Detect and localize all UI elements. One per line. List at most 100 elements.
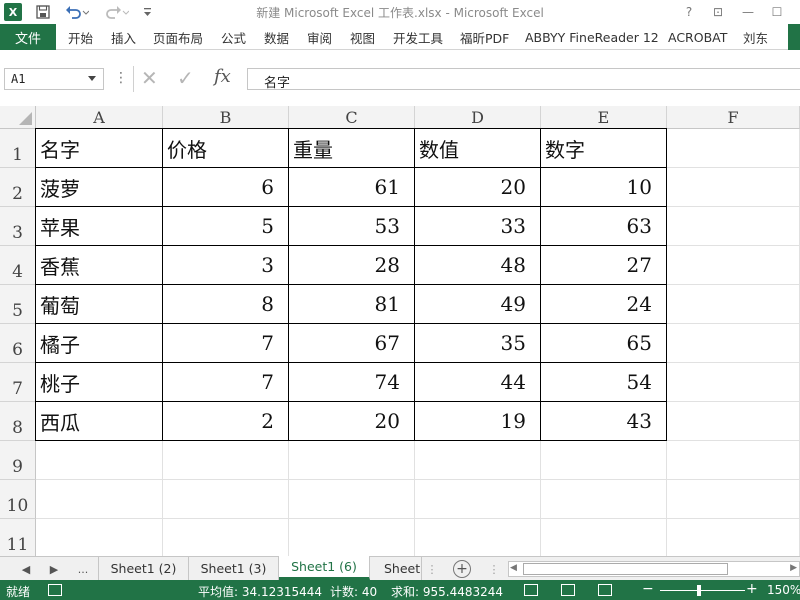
row-header-4[interactable]: 4: [0, 246, 36, 285]
table-header-cell[interactable]: 名字: [36, 129, 163, 168]
empty-cell[interactable]: [667, 246, 800, 285]
empty-cell[interactable]: [289, 519, 415, 556]
new-sheet-button[interactable]: +: [453, 560, 471, 578]
empty-cell[interactable]: [667, 129, 800, 168]
table-cell[interactable]: 54: [541, 363, 667, 402]
table-cell[interactable]: 5: [163, 207, 289, 246]
enter-icon[interactable]: ✓: [177, 66, 194, 90]
column-header-e[interactable]: E: [541, 106, 667, 129]
table-cell[interactable]: 35: [415, 324, 541, 363]
sheet-nav-more[interactable]: ...: [74, 561, 92, 577]
tab-developer[interactable]: 开发工具: [393, 24, 443, 50]
tab-split-handle-icon[interactable]: ⋮: [427, 561, 438, 577]
empty-cell[interactable]: [667, 207, 800, 246]
table-cell[interactable]: 6: [163, 168, 289, 207]
table-header-cell[interactable]: 重量: [289, 129, 415, 168]
horizontal-scrollbar[interactable]: ◀ ▶: [508, 561, 800, 577]
sheet-nav-next-icon[interactable]: ▶: [47, 561, 61, 577]
ribbon-scroll-button[interactable]: [788, 24, 800, 50]
insert-function-icon[interactable]: fx: [214, 66, 231, 87]
empty-cell[interactable]: [667, 363, 800, 402]
empty-cell[interactable]: [163, 441, 289, 480]
table-cell[interactable]: 2: [163, 402, 289, 441]
row-header-6[interactable]: 6: [0, 324, 36, 363]
cancel-icon[interactable]: ✕: [141, 66, 158, 90]
formula-bar-grip-icon[interactable]: ⋮: [114, 70, 128, 86]
user-account[interactable]: 刘东: [743, 24, 768, 50]
table-cell[interactable]: 67: [289, 324, 415, 363]
page-break-preview-icon[interactable]: [598, 584, 612, 596]
table-cell[interactable]: 桃子: [36, 363, 163, 402]
formula-input[interactable]: 名字: [247, 68, 800, 91]
row-header-11[interactable]: 11: [0, 519, 36, 556]
sheet-tab[interactable]: Sheet1 (3): [189, 557, 279, 580]
tab-file[interactable]: 文件: [0, 24, 56, 50]
tab-abbyy-finereader[interactable]: ABBYY FineReader 12: [525, 24, 659, 50]
table-cell[interactable]: 葡萄: [36, 285, 163, 324]
empty-cell[interactable]: [415, 480, 541, 519]
zoom-level[interactable]: 150%: [767, 583, 800, 597]
table-cell[interactable]: 65: [541, 324, 667, 363]
tab-insert[interactable]: 插入: [111, 24, 136, 50]
table-cell[interactable]: 菠萝: [36, 168, 163, 207]
empty-cell[interactable]: [667, 441, 800, 480]
table-header-cell[interactable]: 数字: [541, 129, 667, 168]
table-cell[interactable]: 19: [415, 402, 541, 441]
row-header-2[interactable]: 2: [0, 168, 36, 207]
table-cell[interactable]: 61: [289, 168, 415, 207]
column-header-a[interactable]: A: [36, 106, 163, 129]
table-cell[interactable]: 27: [541, 246, 667, 285]
empty-cell[interactable]: [667, 168, 800, 207]
table-cell[interactable]: 20: [289, 402, 415, 441]
zoom-slider-thumb[interactable]: [697, 585, 701, 596]
row-header-5[interactable]: 5: [0, 285, 36, 324]
horizontal-scroll-thumb[interactable]: [523, 563, 728, 575]
table-cell[interactable]: 28: [289, 246, 415, 285]
zoom-in-button[interactable]: +: [746, 581, 758, 597]
row-header-8[interactable]: 8: [0, 402, 36, 441]
table-cell[interactable]: 33: [415, 207, 541, 246]
table-cell[interactable]: 49: [415, 285, 541, 324]
column-header-d[interactable]: D: [415, 106, 541, 129]
empty-cell[interactable]: [667, 324, 800, 363]
empty-cell[interactable]: [163, 480, 289, 519]
table-cell[interactable]: 24: [541, 285, 667, 324]
table-cell[interactable]: 53: [289, 207, 415, 246]
table-cell[interactable]: 3: [163, 246, 289, 285]
tab-review[interactable]: 审阅: [307, 24, 332, 50]
select-all-button[interactable]: [0, 106, 36, 129]
page-layout-view-icon[interactable]: [561, 584, 575, 596]
row-header-7[interactable]: 7: [0, 363, 36, 402]
scroll-right-icon[interactable]: ▶: [790, 563, 797, 573]
empty-cell[interactable]: [289, 480, 415, 519]
maximize-button[interactable]: ☐: [766, 3, 788, 21]
tab-foxit-pdf[interactable]: 福昕PDF: [460, 24, 509, 50]
empty-cell[interactable]: [541, 480, 667, 519]
empty-cell[interactable]: [36, 519, 163, 556]
table-cell[interactable]: 橘子: [36, 324, 163, 363]
normal-view-icon[interactable]: [524, 584, 538, 596]
table-cell[interactable]: 43: [541, 402, 667, 441]
table-cell[interactable]: 7: [163, 363, 289, 402]
empty-cell[interactable]: [163, 519, 289, 556]
scroll-split-handle-icon[interactable]: ⋮: [487, 561, 501, 577]
sheet-tab[interactable]: Sheet: [370, 557, 422, 580]
empty-cell[interactable]: [667, 519, 800, 556]
empty-cell[interactable]: [289, 441, 415, 480]
table-cell[interactable]: 苹果: [36, 207, 163, 246]
row-header-10[interactable]: 10: [0, 480, 36, 519]
worksheet-grid[interactable]: A B C D E F 1 2 3 4 5 6 7 8 9 10 11 名字 价格 重量 数值 数字 菠萝 6 61 20 10 苹果…: [0, 106, 800, 556]
row-header-1[interactable]: 1: [0, 129, 36, 168]
table-cell[interactable]: 63: [541, 207, 667, 246]
tab-data[interactable]: 数据: [264, 24, 289, 50]
table-cell[interactable]: 西瓜: [36, 402, 163, 441]
sheet-tab-active[interactable]: Sheet1 (6): [279, 556, 370, 580]
empty-cell[interactable]: [541, 441, 667, 480]
macro-record-icon[interactable]: [48, 584, 62, 596]
table-cell[interactable]: 7: [163, 324, 289, 363]
empty-cell[interactable]: [415, 441, 541, 480]
sheet-tab[interactable]: Sheet1 (2): [98, 557, 189, 580]
empty-cell[interactable]: [36, 480, 163, 519]
table-cell[interactable]: 20: [415, 168, 541, 207]
table-cell[interactable]: 8: [163, 285, 289, 324]
